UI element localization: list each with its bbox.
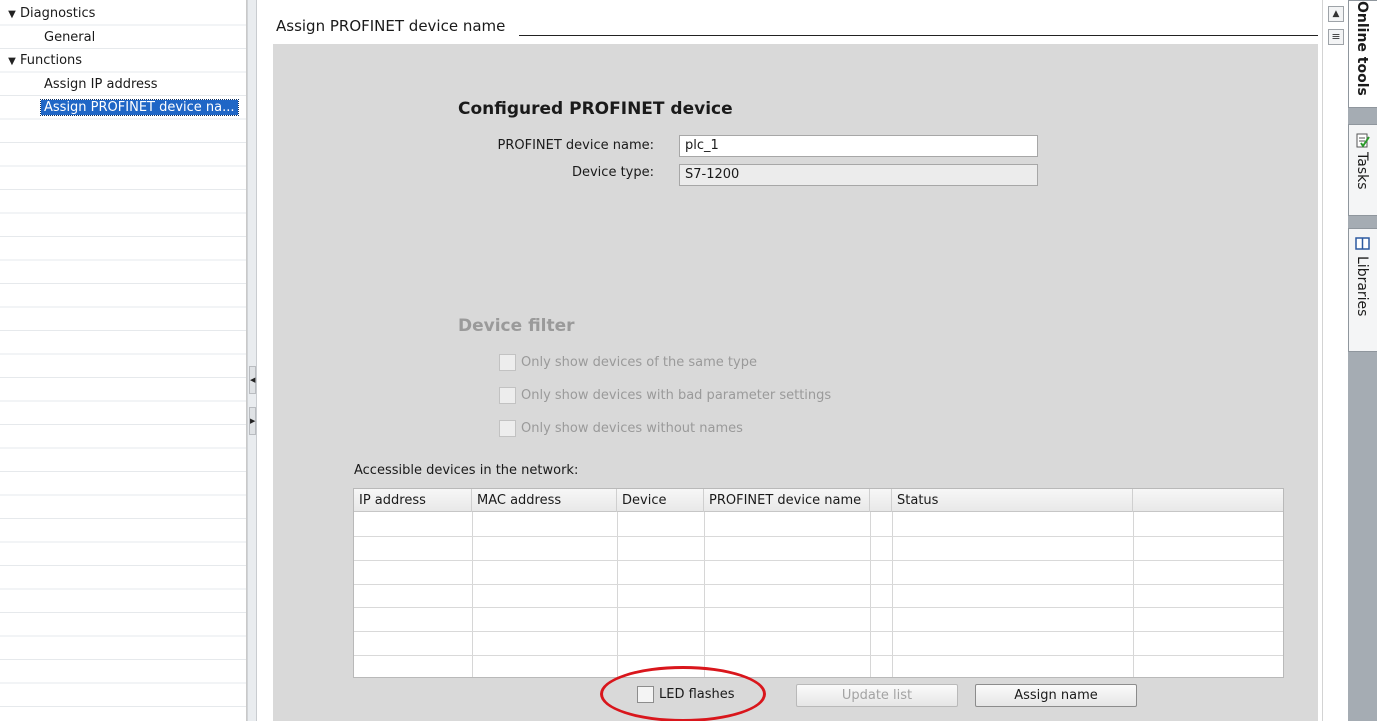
device-filter-heading: Device filter (458, 316, 575, 336)
checkbox-label: Only show devices with bad parameter set… (521, 388, 832, 403)
column-device[interactable]: Device (617, 489, 704, 512)
assign-name-panel: Configured PROFINET device PROFINET devi… (273, 44, 1318, 721)
main-content: Assign PROFINET device name Configured P… (257, 0, 1322, 721)
column-blank[interactable] (870, 489, 892, 512)
tab-libraries[interactable]: Libraries (1348, 228, 1377, 352)
column-mac-address[interactable]: MAC address (472, 489, 617, 512)
tab-tasks[interactable]: Tasks (1348, 124, 1377, 216)
device-name-input[interactable]: plc_1 (679, 135, 1038, 157)
accessible-devices-table[interactable]: IP address MAC address Device PROFINET d… (353, 488, 1284, 678)
accessible-devices-caption: Accessible devices in the network: (354, 463, 579, 478)
filter-bad-parameters-checkbox[interactable]: Only show devices with bad parameter set… (499, 386, 831, 406)
tree-item-label: General (44, 30, 96, 45)
tree-item-label: Assign IP address (44, 77, 158, 92)
pane-splitter[interactable]: ◀ ▶ (247, 0, 257, 721)
tab-label: Tasks (1354, 152, 1370, 190)
column-status[interactable]: Status (892, 489, 1133, 512)
libraries-icon (1355, 237, 1370, 250)
assign-name-button[interactable]: Assign name (975, 684, 1137, 707)
checkbox-label: Only show devices of the same type (521, 355, 757, 370)
filter-without-names-checkbox[interactable]: Only show devices without names (499, 419, 743, 439)
tab-label: Online tools (1354, 1, 1370, 96)
tree-item-assign-ip-address[interactable]: Assign IP address (44, 74, 158, 96)
table-header: IP address MAC address Device PROFINET d… (354, 489, 1283, 512)
grid-line (354, 655, 1283, 656)
expanded-caret-icon[interactable]: ▼ (4, 4, 20, 26)
led-flashes-checkbox[interactable]: LED flashes (637, 684, 735, 706)
tree-item-diagnostics[interactable]: ▼ Diagnostics (4, 3, 95, 25)
checkbox-icon[interactable] (499, 420, 516, 437)
grid-line (354, 560, 1283, 561)
scroll-up-arrow-icon[interactable]: ▲ (1328, 6, 1344, 22)
device-type-label: Device type: (571, 165, 654, 180)
expand-right-arrow-icon[interactable]: ▶ (249, 407, 256, 435)
tree-item-label: Diagnostics (20, 6, 96, 21)
column-ip-address[interactable]: IP address (354, 489, 472, 512)
column-profinet-device-name[interactable]: PROFINET device name (704, 489, 870, 512)
filter-same-type-checkbox[interactable]: Only show devices of the same type (499, 353, 757, 373)
navigation-tree: ▼ Diagnostics General ▼ Functions Assign I… (0, 0, 247, 721)
led-flashes-label: LED flashes (659, 687, 735, 702)
grid-line (354, 631, 1283, 632)
expanded-caret-icon[interactable]: ▼ (4, 51, 20, 73)
tasks-icon (1356, 133, 1370, 148)
grid-line (354, 584, 1283, 585)
section-divider (519, 35, 1318, 36)
tab-label: Libraries (1354, 256, 1370, 317)
task-cards-bar: Online tools Tasks Libraries (1348, 0, 1377, 721)
tree-item-assign-profinet-name[interactable]: Assign PROFINET device na... (40, 97, 239, 119)
tree-item-label: Assign PROFINET device na... (40, 99, 239, 116)
grid-line (354, 607, 1283, 608)
tree-item-general[interactable]: General (44, 27, 95, 49)
device-name-label: PROFINET device name: (497, 138, 654, 153)
update-list-button[interactable]: Update list (796, 684, 958, 707)
checkbox-icon[interactable] (499, 354, 516, 371)
tree-item-functions[interactable]: ▼ Functions (4, 50, 82, 72)
checkbox-icon[interactable] (499, 387, 516, 404)
scroll-thumb-grip-icon[interactable]: ≡ (1328, 29, 1344, 45)
device-type-field: S7-1200 (679, 164, 1038, 186)
configured-device-heading: Configured PROFINET device (458, 99, 733, 119)
tree-item-label: Functions (20, 53, 83, 68)
checkbox-label: Only show devices without names (521, 421, 743, 436)
column-extra[interactable] (1133, 489, 1283, 512)
checkbox-icon[interactable] (637, 686, 654, 703)
vertical-scrollbar[interactable]: ▲ ≡ (1322, 0, 1348, 721)
grid-line (354, 536, 1283, 537)
collapse-left-arrow-icon[interactable]: ◀ (249, 366, 256, 394)
section-title: Assign PROFINET device name (276, 17, 516, 35)
tab-online-tools[interactable]: Online tools (1348, 0, 1377, 108)
